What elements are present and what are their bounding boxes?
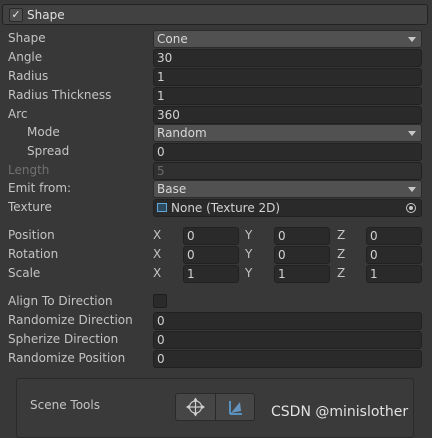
position-label: Position: [8, 228, 55, 242]
rotation-x-axis-label: X: [153, 247, 162, 261]
radius-field[interactable]: 1: [153, 68, 422, 86]
scale-z-axis-label: Z: [337, 266, 346, 280]
spread-label: Spread: [27, 144, 70, 158]
emit-from-dropdown[interactable]: Base: [153, 180, 422, 198]
spherize-direction-label: Spherize Direction: [8, 332, 119, 346]
position-x-axis-label: X: [153, 228, 162, 242]
chevron-down-icon: [408, 37, 416, 42]
position-y-field[interactable]: 0: [274, 227, 330, 245]
align-to-direction-label: Align To Direction: [8, 294, 113, 308]
radius-thickness-field[interactable]: 1: [153, 87, 422, 105]
edit-shape-button[interactable]: [216, 394, 255, 420]
arc-field[interactable]: 360: [153, 106, 422, 124]
scale-x-axis-label: X: [153, 266, 162, 280]
scale-label: Scale: [8, 266, 41, 280]
arc-label: Arc: [8, 107, 28, 121]
texture-object-field[interactable]: None (Texture 2D): [153, 199, 422, 217]
randomize-position-label: Randomize Position: [8, 351, 126, 365]
rotation-x-field[interactable]: 0: [183, 246, 239, 264]
emit-from-label: Emit from:: [8, 181, 72, 195]
scene-tools-button-group: [175, 393, 255, 421]
position-x-field[interactable]: 0: [183, 227, 239, 245]
rotation-y-axis-label: Y: [245, 247, 253, 261]
transform-tool-button[interactable]: [176, 394, 216, 420]
scale-y-field[interactable]: 1: [274, 265, 330, 283]
rotation-z-axis-label: Z: [337, 247, 346, 261]
scale-z-field[interactable]: 1: [366, 265, 422, 283]
angle-field[interactable]: 30: [153, 49, 422, 67]
align-to-direction-checkbox[interactable]: [153, 294, 167, 308]
spread-field[interactable]: 0: [153, 143, 422, 161]
watermark: CSDN @minislother: [271, 404, 409, 420]
length-label: Length: [8, 163, 50, 177]
shape-enabled-checkbox[interactable]: ✓: [9, 8, 23, 22]
angle-label: Angle: [8, 50, 43, 64]
texture-icon: [157, 203, 167, 212]
rotation-y-field[interactable]: 0: [274, 246, 330, 264]
emit-from-value: Base: [157, 182, 187, 196]
mode-label: Mode: [27, 125, 60, 139]
scale-x-field[interactable]: 1: [183, 265, 239, 283]
shape-value: Cone: [157, 32, 188, 46]
scale-y-axis-label: Y: [245, 266, 253, 280]
rotation-z-field[interactable]: 0: [366, 246, 422, 264]
chevron-down-icon: [408, 187, 416, 192]
shape-label: Shape: [8, 31, 46, 45]
transform-gizmo-icon: [186, 397, 205, 417]
rotation-label: Rotation: [8, 247, 59, 261]
position-z-axis-label: Z: [337, 228, 346, 242]
radius-thickness-label: Radius Thickness: [8, 88, 112, 102]
module-title: Shape: [27, 8, 65, 22]
spherize-direction-field[interactable]: 0: [153, 331, 422, 349]
randomize-direction-label: Randomize Direction: [8, 313, 133, 327]
randomize-direction-field[interactable]: 0: [153, 312, 422, 330]
position-y-axis-label: Y: [245, 228, 253, 242]
length-field: 5: [153, 162, 422, 180]
shape-dropdown[interactable]: Cone: [153, 30, 422, 48]
mode-dropdown[interactable]: Random: [153, 124, 422, 142]
randomize-position-field[interactable]: 0: [153, 350, 422, 368]
scene-tools-label: Scene Tools: [30, 398, 100, 412]
shape-module-header[interactable]: ✓ Shape: [2, 4, 428, 25]
object-picker-icon[interactable]: [406, 203, 416, 213]
radius-label: Radius: [8, 69, 49, 83]
texture-label: Texture: [8, 200, 52, 214]
texture-value: None (Texture 2D): [171, 201, 281, 215]
mode-value: Random: [157, 126, 207, 140]
edit-shape-icon: [229, 401, 242, 415]
chevron-down-icon: [408, 131, 416, 136]
position-z-field[interactable]: 0: [366, 227, 422, 245]
